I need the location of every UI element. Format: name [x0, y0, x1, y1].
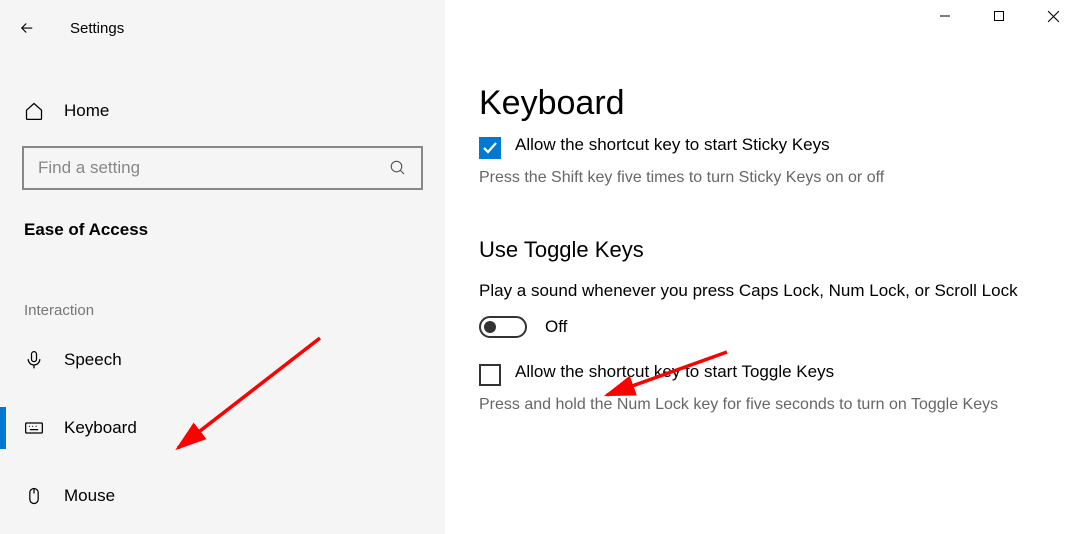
sidebar-item-mouse[interactable]: Mouse [0, 469, 445, 523]
titlebar: Settings [0, 8, 445, 48]
maximize-button[interactable] [972, 0, 1026, 32]
search-icon [389, 159, 407, 177]
mouse-icon [24, 486, 44, 506]
toggle-state-label: Off [545, 317, 567, 337]
home-icon [24, 101, 44, 121]
toggle-knob [484, 321, 496, 333]
checkbox-label: Allow the shortcut key to start Sticky K… [515, 135, 830, 155]
home-label: Home [64, 101, 109, 121]
app-title: Settings [70, 20, 124, 37]
content-area: Keyboard Allow the shortcut key to start… [445, 0, 1080, 534]
sidebar-item-home[interactable]: Home [0, 88, 445, 134]
nav-label: Speech [64, 350, 122, 370]
sticky-keys-desc: Press the Shift key five times to turn S… [479, 167, 1056, 189]
toggle-switch[interactable] [479, 316, 527, 338]
microphone-icon [24, 350, 44, 370]
toggle-keys-shortcut-desc: Press and hold the Num Lock key for five… [479, 394, 1056, 416]
toggle-keys-desc: Play a sound whenever you press Caps Loc… [479, 279, 1056, 303]
minimize-button[interactable] [918, 0, 972, 32]
nav-label: Keyboard [64, 418, 137, 438]
sticky-keys-shortcut-checkbox-row: Allow the shortcut key to start Sticky K… [479, 137, 1056, 159]
toggle-keys-heading: Use Toggle Keys [479, 237, 1056, 263]
checkbox-checked-icon[interactable] [479, 137, 501, 159]
sidebar: Settings Home Ease of Access Interaction… [0, 0, 445, 534]
checkbox-label: Allow the shortcut key to start Toggle K… [515, 362, 834, 382]
back-icon[interactable] [18, 19, 36, 37]
category-title: Ease of Access [0, 220, 445, 240]
search-box[interactable] [22, 146, 423, 190]
sidebar-item-speech[interactable]: Speech [0, 333, 445, 387]
keyboard-icon [24, 418, 44, 438]
close-button[interactable] [1026, 0, 1080, 32]
search-input[interactable] [38, 158, 389, 178]
toggle-keys-switch-row: Off [479, 316, 1056, 338]
toggle-keys-shortcut-checkbox-row: Allow the shortcut key to start Toggle K… [479, 364, 1056, 386]
section-label: Interaction [0, 302, 445, 319]
nav-label: Mouse [64, 486, 115, 506]
page-title: Keyboard [479, 84, 1056, 123]
window-controls [918, 0, 1080, 32]
sidebar-item-keyboard[interactable]: Keyboard [0, 401, 445, 455]
checkbox-unchecked-icon[interactable] [479, 364, 501, 386]
